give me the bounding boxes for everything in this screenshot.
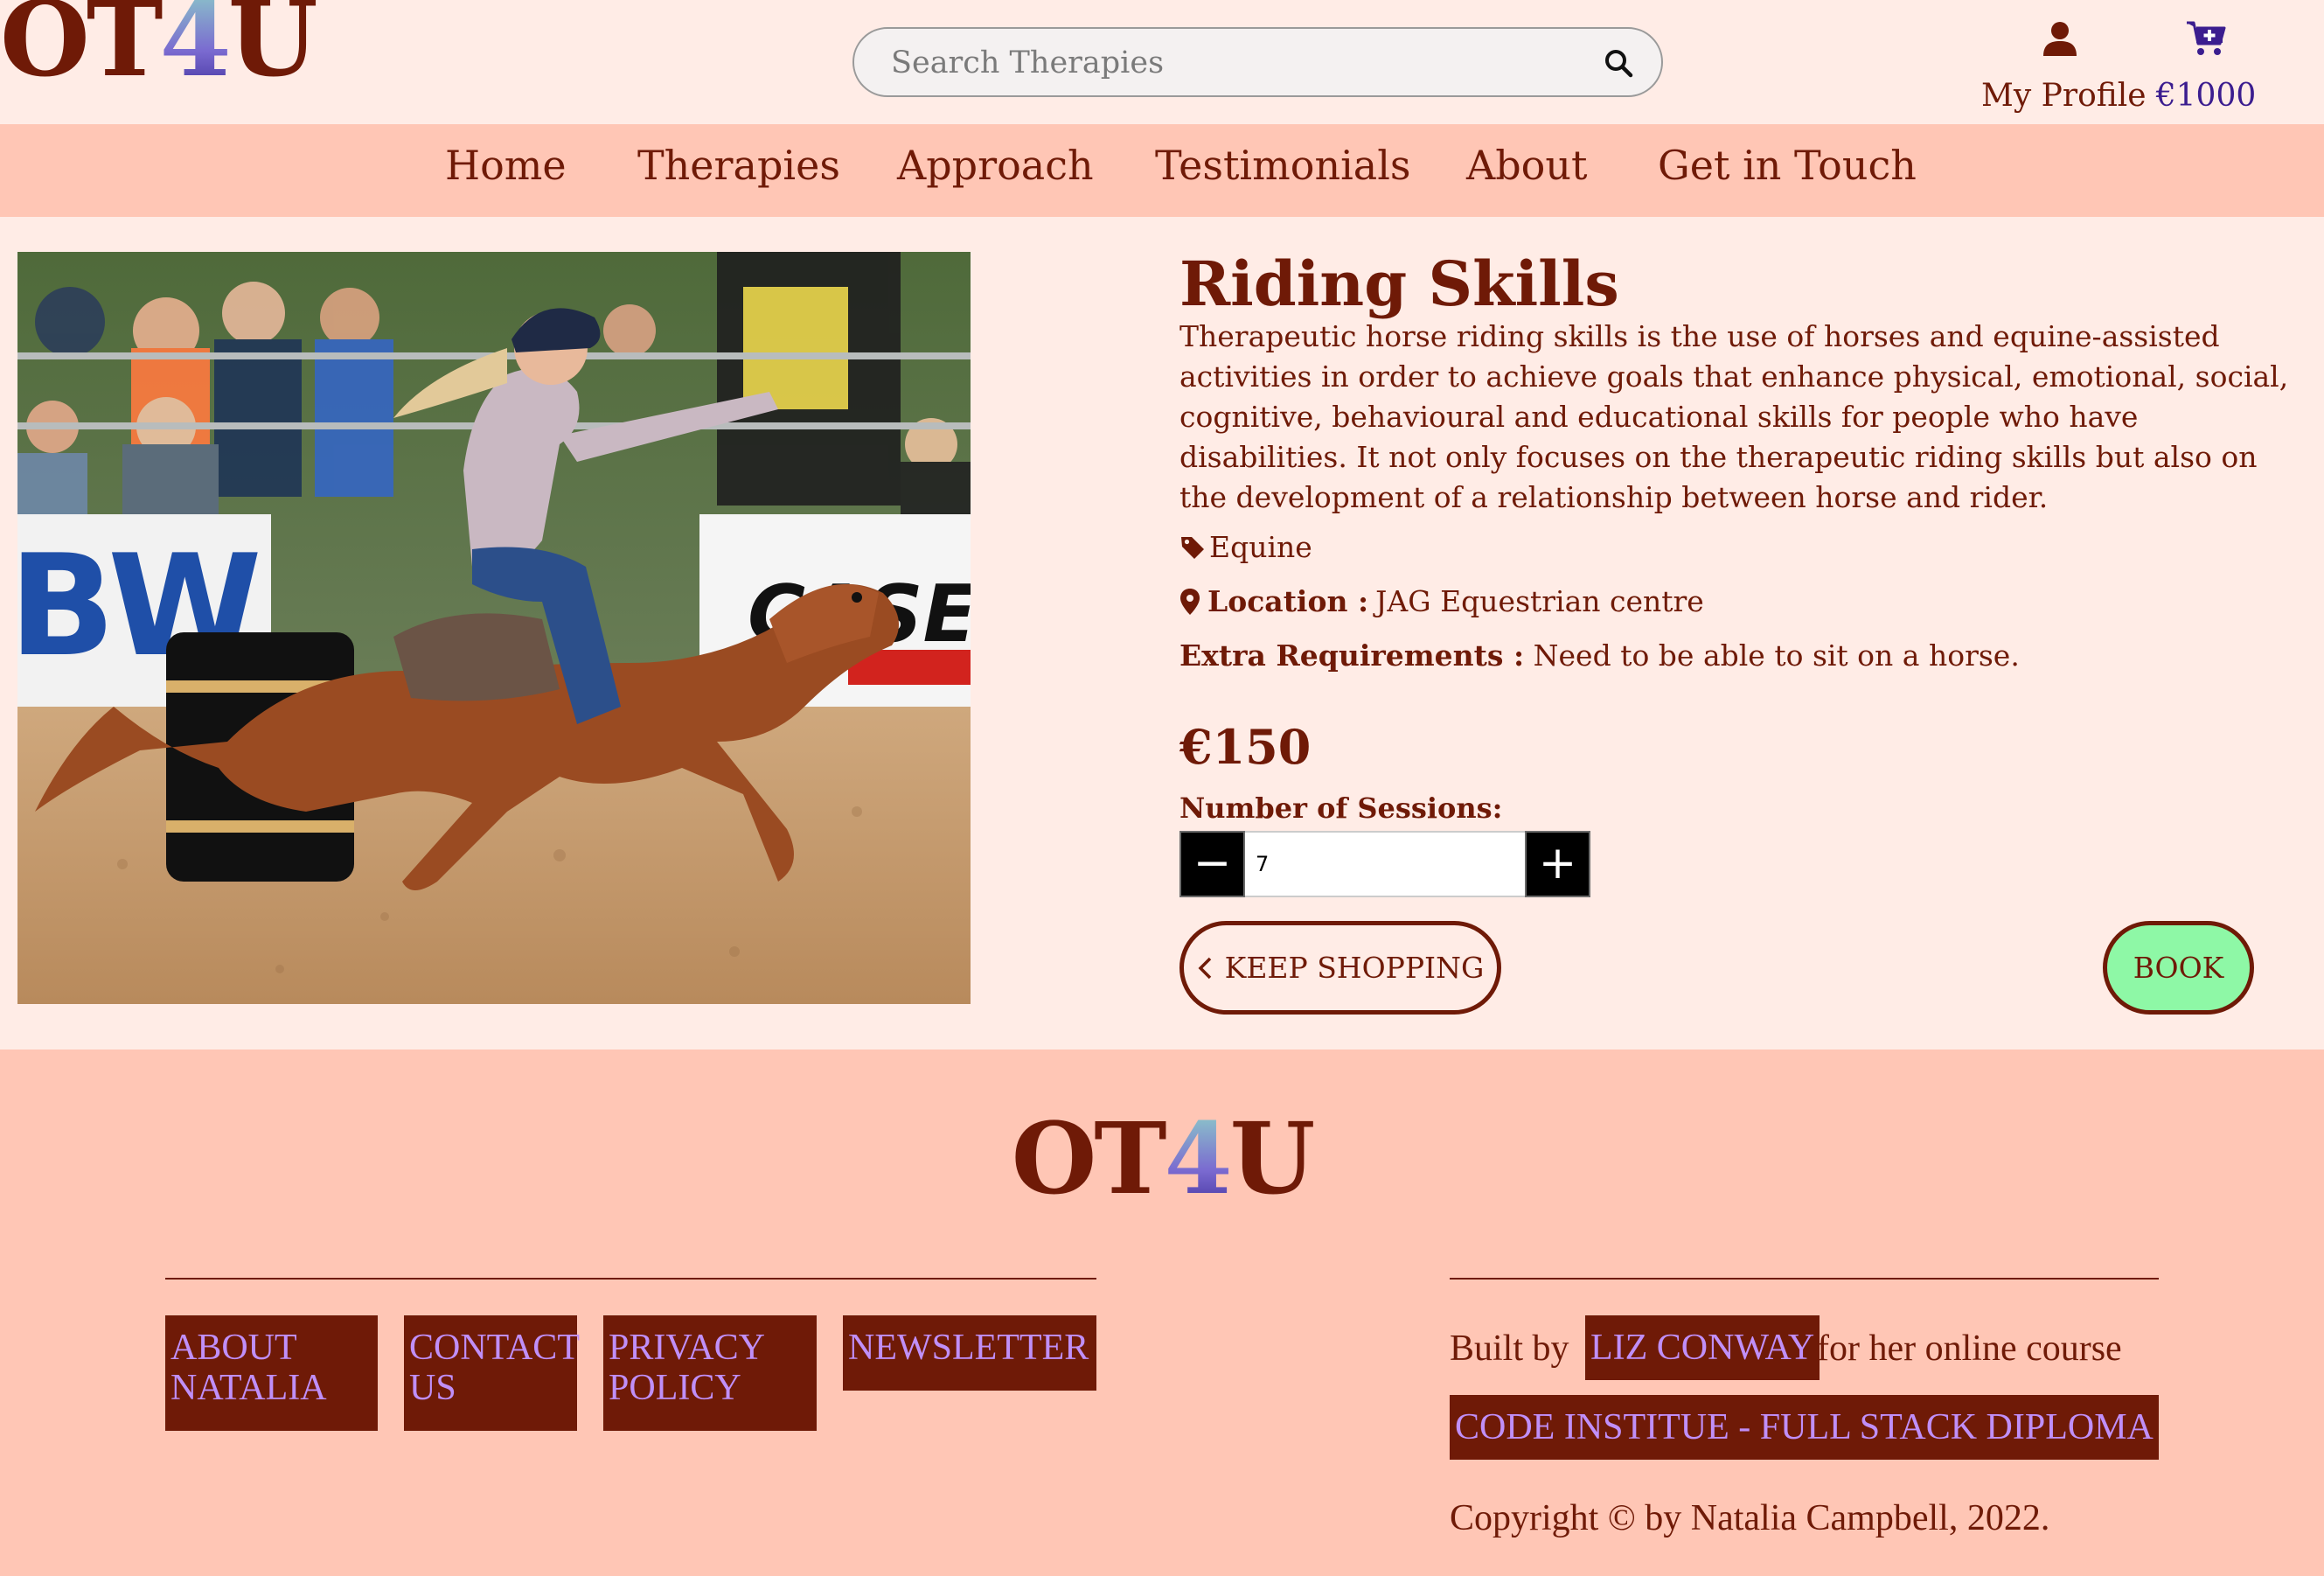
quantity-label: Number of Sessions: <box>1179 791 1503 825</box>
author-link[interactable]: LIZ CONWAY <box>1585 1315 1820 1380</box>
product-location: Location : JAG Equestrian centre <box>1179 584 1704 618</box>
course-period: . <box>2136 1408 2146 1448</box>
built-by-text: Built by <box>1450 1328 1569 1369</box>
footer-logo[interactable]: OT4U <box>0 1111 2324 1209</box>
nav-about[interactable]: About <box>1466 142 1587 189</box>
search-input[interactable] <box>889 43 1571 83</box>
product-title: Riding Skills <box>1179 248 1619 320</box>
cart-link[interactable]: €1000 <box>2149 16 2263 114</box>
chevron-left-icon <box>1198 957 1211 979</box>
requirements-label: Extra Requirements : <box>1179 638 1525 673</box>
footer-divider-right <box>1450 1278 2159 1280</box>
keep-shopping-label: KEEP SHOPPING <box>1224 951 1485 985</box>
site-header: OT4U My Profile €1000 <box>0 0 2324 124</box>
footer-link-contact[interactable]: CONTACT US <box>404 1315 580 1431</box>
location-label: Location : <box>1207 584 1369 618</box>
requirements-value: Need to be able to sit on a horse. <box>1533 638 2020 673</box>
nav-testimonials[interactable]: Testimonials <box>1155 142 1411 189</box>
profile-label: My Profile <box>1981 78 2147 114</box>
site-footer: OT4U ABOUT NATALIA CONTACT US PRIVACY POLIC… <box>0 1050 2324 1576</box>
category-label: Equine <box>1209 530 1312 564</box>
decrement-button[interactable]: − <box>1179 831 1245 897</box>
cart-total: €1000 <box>2155 78 2257 114</box>
footer-link-about[interactable]: ABOUT NATALIA <box>165 1315 378 1431</box>
product-price: €150 <box>1179 719 1312 775</box>
search-icon[interactable] <box>1602 46 1637 81</box>
profile-link[interactable]: My Profile <box>1981 16 2147 114</box>
nav-approach[interactable]: Approach <box>897 142 1094 189</box>
rodeo-photo: BW CASE I ALBE PREM <box>17 252 971 1004</box>
course-text: for her online course <box>1817 1328 2122 1369</box>
user-icon <box>2043 22 2077 56</box>
footer-divider-left <box>165 1278 1096 1280</box>
site-logo[interactable]: OT4U <box>0 0 318 91</box>
footer-link-newsletter[interactable]: NEWSLETTER <box>843 1315 1096 1391</box>
product-category[interactable]: Equine <box>1179 530 1312 564</box>
nav-home[interactable]: Home <box>445 142 567 189</box>
book-label: BOOK <box>2133 951 2224 985</box>
keep-shopping-button[interactable]: KEEP SHOPPING <box>1179 921 1501 1015</box>
main-nav: Home Therapies Approach Testimonials Abo… <box>0 124 2324 217</box>
location-value: JAG Equestrian centre <box>1375 584 1704 618</box>
map-marker-icon <box>1180 588 1200 615</box>
product-image: BW CASE I ALBE PREM <box>17 252 971 1004</box>
nav-therapies[interactable]: Therapies <box>637 142 840 189</box>
quantity-stepper: − + <box>1179 831 1590 897</box>
increment-button[interactable]: + <box>1525 831 1590 897</box>
nav-get-in-touch[interactable]: Get in Touch <box>1658 142 1917 189</box>
product-requirements: Extra Requirements : Need to be able to … <box>1179 638 2020 673</box>
footer-link-privacy[interactable]: PRIVACY POLICY <box>603 1315 817 1431</box>
book-button[interactable]: BOOK <box>2103 921 2254 1015</box>
cart-plus-icon <box>2187 21 2226 55</box>
quantity-input[interactable] <box>1245 831 1525 897</box>
course-link[interactable]: CODE INSTITUE - FULL STACK DIPLOMA <box>1450 1395 2159 1460</box>
search-bar <box>852 27 1663 97</box>
copyright-text: Copyright © by Natalia Campbell, 2022. <box>1450 1498 2050 1538</box>
product-description: Therapeutic horse riding skills is the u… <box>1179 319 2289 514</box>
tag-icon <box>1181 536 1204 559</box>
